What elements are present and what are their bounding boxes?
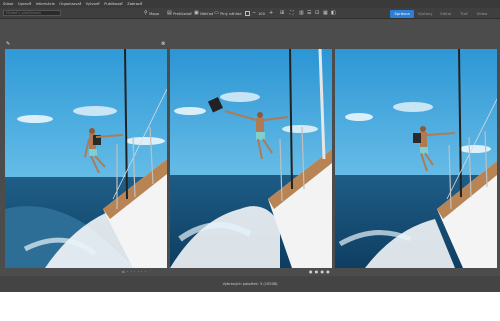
map-button[interactable]: ⚲ Mapa (144, 8, 159, 19)
photo-3[interactable] (335, 49, 497, 268)
close-icon[interactable]: ⊗ (161, 42, 165, 47)
zoom-out-button[interactable]: − (252, 8, 258, 19)
map-label: Mapa (149, 11, 159, 16)
menu-file[interactable]: Súbor (3, 0, 14, 8)
mode-editor-button[interactable]: Editor (436, 10, 456, 18)
image-icon: ▣ (194, 10, 199, 16)
mode-print-button[interactable]: Tlač (456, 10, 472, 18)
fit-icon: ⛶ (290, 10, 294, 16)
compare-workspace: ✎ ⊗ ▫ · · · · · · ● ● ● ● (0, 20, 500, 276)
photo-2-rating-dots[interactable]: ● ● ● ● (309, 269, 330, 274)
film-icon: ▤ (167, 10, 172, 16)
mode-manager-button[interactable]: Správca (390, 9, 414, 18)
compare-label: Náhľad (200, 11, 214, 16)
menu-publish[interactable]: Publikovať (104, 0, 123, 8)
pin-icon: ⚲ (144, 10, 148, 16)
list-icon: ☰ (307, 10, 312, 16)
pencil-icon[interactable]: ✎ (6, 42, 10, 47)
plus-icon: + (269, 10, 274, 16)
panel-icon: ◧ (331, 10, 336, 16)
layout-single-icon[interactable] (245, 11, 250, 16)
menu-edit[interactable]: Upraviť (18, 0, 31, 8)
preview-button[interactable]: ▤ Prehliadač (167, 8, 192, 19)
list-button[interactable]: ☰ (307, 8, 313, 19)
zoom-value[interactable]: 100 (258, 8, 265, 19)
status-text: Vybraných položiek: 3 (10508) (222, 282, 278, 286)
fit-button[interactable]: ⛶ (290, 8, 295, 19)
full-view-label: Plný náhľad (220, 11, 242, 16)
lock-button[interactable]: ⊡ (315, 8, 321, 19)
mode-video-button[interactable]: Video (472, 10, 492, 18)
menu-view[interactable]: Zobraziť (127, 0, 142, 8)
app-window: Súbor Upraviť Informácie Organizovať Vyt… (0, 0, 500, 292)
grid-icon: ⊞ (280, 10, 285, 16)
full-view-button[interactable]: ▭ Plný náhľad (214, 8, 242, 19)
menu-bar: Súbor Upraviť Informácie Organizovať Vyt… (0, 0, 500, 8)
photo-1-thumbnail-dots[interactable]: ▫ · · · · · · (122, 269, 146, 274)
grid-button[interactable]: ⊞ (280, 8, 286, 19)
status-bar: Vybraných položiek: 3 (10508) (0, 276, 500, 292)
panel-button[interactable]: ◧ (331, 8, 337, 19)
mode-view-button[interactable]: Výstavy (414, 10, 436, 18)
photo-3-image (335, 49, 497, 268)
minus-icon: − (252, 10, 257, 16)
zoom-value-text: 100 (258, 11, 265, 16)
wrap-icon: ▦ (323, 10, 328, 16)
monitor-icon: ▭ (214, 10, 219, 16)
search-input[interactable] (3, 10, 61, 16)
columns-icon: ▥ (299, 10, 304, 16)
wrap-button[interactable]: ▦ (323, 8, 329, 19)
menu-create[interactable]: Vytvoriť (86, 0, 100, 8)
lock-icon: ⊡ (315, 10, 320, 16)
compare-button[interactable]: ▣ Náhľad (194, 8, 213, 19)
menu-info[interactable]: Informácie (36, 0, 55, 8)
photo-2[interactable] (170, 49, 332, 268)
columns-button[interactable]: ▥ (299, 8, 305, 19)
zoom-in-button[interactable]: + (269, 8, 275, 19)
photo-1[interactable] (5, 49, 167, 268)
preview-label: Prehliadač (173, 11, 192, 16)
photo-2-image (170, 49, 332, 268)
photo-1-image (5, 49, 167, 268)
menu-organize[interactable]: Organizovať (59, 0, 81, 8)
toolbar: ⚲ Mapa ▤ Prehliadač ▣ Náhľad ▭ Plný náhľ… (0, 8, 500, 19)
